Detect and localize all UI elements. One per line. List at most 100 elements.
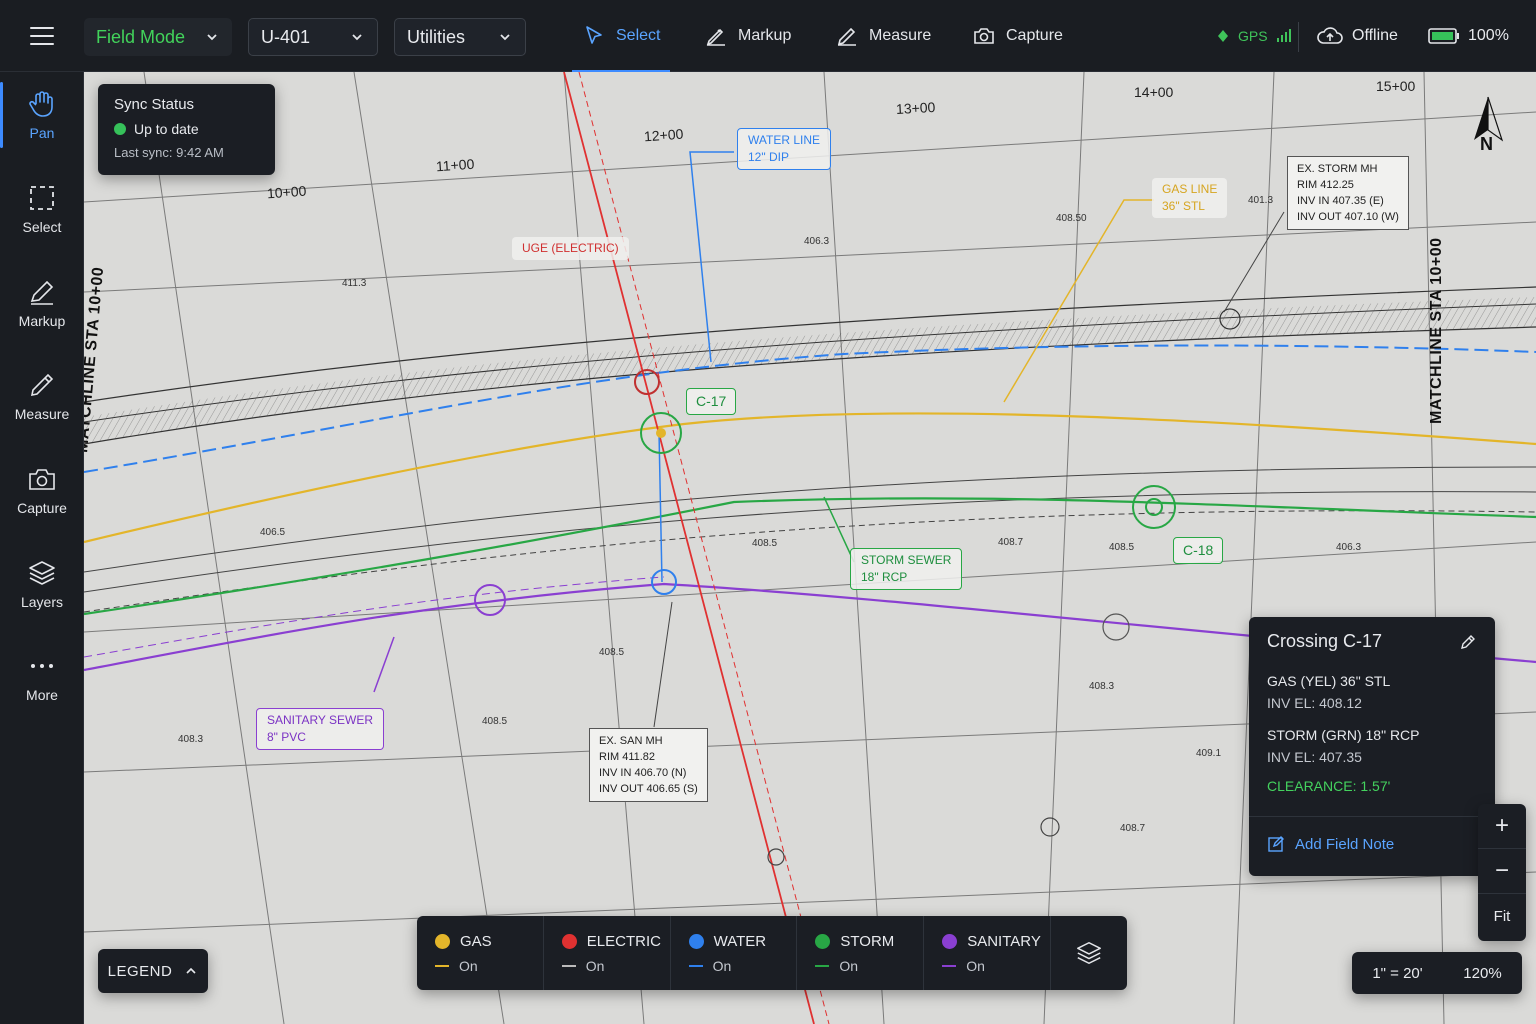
legend-button[interactable]: LEGEND — [98, 949, 208, 993]
menu-button[interactable] — [0, 0, 84, 72]
scale-indicator: 1" = 20' 120% — [1352, 952, 1522, 994]
sync-title: Sync Status — [114, 96, 195, 113]
sync-status-card: Sync Status Up to date Last sync: 9:42 A… — [98, 84, 275, 175]
marquee-icon — [30, 186, 54, 210]
station-label: 14+00 — [1134, 84, 1174, 100]
spot-elevation: 408.50 — [1056, 213, 1087, 224]
crossing-title: Crossing C-17 — [1267, 631, 1383, 651]
layer-filter-label: Utilities — [407, 26, 466, 47]
tool-measure[interactable]: Measure — [835, 0, 931, 72]
note-edit-icon — [1268, 836, 1284, 852]
util-state-row: On — [435, 958, 543, 974]
chevron-down-icon — [500, 34, 510, 41]
util-name-row: SANITARY — [942, 933, 1050, 950]
spot-elevation: 406.5 — [260, 527, 286, 538]
storm-spec: STORM (GRN) 18" RCP — [1267, 727, 1420, 743]
tool-capture[interactable]: Capture — [972, 0, 1063, 72]
pencil-icon — [837, 27, 856, 46]
divider — [1298, 22, 1299, 52]
rail-item-capture[interactable]: Capture — [0, 447, 84, 533]
rail-item-measure[interactable]: Measure — [0, 353, 84, 439]
spot-elevation: 406.3 — [804, 236, 830, 247]
top-toolbar: Field Mode U-401 Utilities Select Markup… — [0, 0, 1536, 72]
util-name: GAS — [460, 932, 492, 950]
crossing-c17-marker[interactable]: C-17 — [686, 388, 737, 415]
gas-line-callout[interactable]: GAS LINE 36" STL — [1152, 178, 1228, 218]
util-name: ELECTRIC — [586, 932, 661, 950]
callout-line: 12" DIP — [748, 150, 789, 164]
note-line: INV IN 406.70 (N) — [599, 767, 687, 779]
crossing-info-panel: Crossing C-17 GAS (YEL) 36" STL INV EL: … — [1249, 617, 1495, 876]
rail-item-markup[interactable]: Markup — [0, 260, 84, 346]
spot-elevation: 408.7 — [1120, 823, 1146, 834]
tool-select[interactable]: Select — [571, 0, 672, 72]
spot-elevation: 408.5 — [1109, 542, 1135, 553]
zoom-in-button[interactable]: + — [1478, 804, 1526, 849]
sanitary-sewer-callout[interactable]: SANITARY SEWER 8" PVC — [256, 708, 385, 750]
spot-elevation: 408.5 — [599, 647, 625, 658]
spot-elevation: 406.3 — [1336, 542, 1362, 553]
chevron-up-icon — [186, 967, 196, 974]
spot-elevation: 408.5 — [752, 538, 778, 549]
util-toggle-storm[interactable]: STORM On — [797, 916, 925, 990]
layers-button[interactable] — [1051, 916, 1127, 990]
mode-dropdown[interactable]: Field Mode — [84, 18, 232, 56]
north-label: N — [1480, 134, 1493, 154]
spot-elevation: 408.5 — [482, 716, 508, 727]
pen-icon — [30, 280, 54, 305]
edit-icon[interactable] — [1459, 633, 1477, 651]
rail-label-markup: Markup — [18, 313, 66, 329]
util-name-row: GAS — [435, 933, 543, 950]
rail-item-pan[interactable]: Pan — [0, 72, 84, 158]
callout-line: WATER LINE — [748, 133, 821, 147]
crossing-c18-marker[interactable]: C-18 — [1173, 537, 1224, 564]
zoom-out-button[interactable]: − — [1478, 849, 1526, 894]
san-mh-note[interactable]: EX. SAN MH RIM 411.82 INV IN 406.70 (N) … — [589, 728, 708, 802]
util-toggle-gas[interactable]: GAS On — [417, 916, 544, 990]
util-toggle-water[interactable]: WATER On — [671, 916, 798, 990]
storm-invert: INV EL: 407.35 — [1267, 749, 1362, 765]
station-label: 12+00 — [643, 125, 684, 145]
tool-markup[interactable]: Markup — [704, 0, 791, 72]
add-field-note-button[interactable]: Add Field Note — [1267, 835, 1394, 853]
hand-icon — [29, 91, 53, 117]
electric-callout[interactable]: UGE (ELECTRIC) — [512, 237, 629, 260]
offline-status[interactable]: Offline — [1316, 0, 1398, 72]
util-toggle-electric[interactable]: ELECTRIC On — [544, 916, 671, 990]
plan-sheet-canvas[interactable]: 10+00 11+00 12+00 13+00 14+00 15+00 MATC… — [84, 72, 1536, 1024]
spot-elevation: 408.3 — [1089, 681, 1115, 692]
zoom-controls: + − Fit — [1478, 804, 1526, 941]
util-state: On — [966, 957, 985, 974]
rail-item-more[interactable]: More — [0, 634, 84, 720]
sheet-dropdown[interactable]: U-401 — [248, 18, 378, 56]
rail-item-layers[interactable]: Layers — [0, 541, 84, 627]
util-name-row: STORM — [815, 933, 923, 950]
tool-select-label: Select — [616, 27, 661, 44]
camera-icon — [974, 28, 994, 44]
note-line: EX. SAN MH — [599, 735, 663, 747]
util-toggle-sanitary[interactable]: SANITARY On — [924, 916, 1051, 990]
note-line: INV OUT 407.10 (W) — [1297, 211, 1399, 223]
util-name-row: WATER — [688, 933, 797, 950]
layer-filter-dropdown[interactable]: Utilities — [394, 18, 526, 56]
tool-measure-label: Measure — [869, 27, 932, 44]
util-state: On — [839, 957, 859, 974]
spot-elevation: 408.3 — [178, 734, 204, 745]
util-state: On — [712, 957, 732, 974]
layers-icon — [29, 561, 55, 585]
fit-button[interactable]: Fit — [1478, 894, 1526, 939]
gps-status[interactable]: GPS — [1216, 0, 1292, 72]
battery-status: 100% — [1428, 0, 1509, 72]
tool-markup-label: Markup — [738, 27, 792, 44]
util-state: On — [585, 957, 605, 974]
station-label: 15+00 — [1376, 78, 1416, 94]
water-line-callout[interactable]: WATER LINE 12" DIP — [737, 128, 832, 170]
storm-sewer-callout[interactable]: STORM SEWER 18" RCP — [850, 548, 963, 590]
storm-mh-note[interactable]: EX. STORM MH RIM 412.25 INV IN 407.35 (E… — [1287, 156, 1409, 230]
sync-state: Up to date — [114, 121, 259, 137]
line-swatch — [435, 964, 449, 967]
line-swatch — [688, 964, 703, 967]
sync-state-label: Up to date — [134, 121, 199, 137]
rail-item-select[interactable]: Select — [0, 166, 84, 252]
util-state: On — [459, 957, 478, 974]
